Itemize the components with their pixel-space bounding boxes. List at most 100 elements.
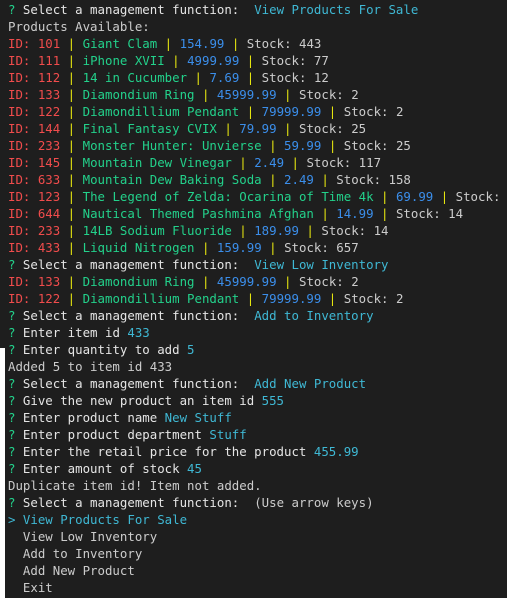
prompt-question-icon: ? [8, 393, 23, 408]
line-segment: View Low Inventory [254, 257, 389, 272]
line-segment: | [60, 172, 83, 187]
line-segment: 159.99 [216, 240, 262, 255]
line-segment: ID: 111 [8, 53, 61, 68]
line-segment: > View Products For Sale [8, 512, 188, 527]
prompt-question-icon: ? [8, 342, 23, 357]
line-segment: | [60, 223, 83, 238]
line-segment: Stock: 12 [261, 70, 329, 85]
line-segment: | [194, 240, 217, 255]
line-segment: ID: 233 [8, 223, 61, 238]
line-segment: | [239, 53, 262, 68]
line-segment: Select a management function: [22, 308, 255, 323]
prompt-question-icon: ? [8, 444, 23, 459]
terminal-line: ? Enter product department Stuff [0, 426, 507, 443]
terminal-line: ID: 433 | Liquid Nitrogen | 159.99 | Sto… [0, 239, 507, 256]
line-segment: | [261, 172, 285, 187]
line-segment: | [313, 172, 337, 187]
line-segment: Enter product name [22, 410, 165, 425]
line-segment: | [60, 291, 83, 306]
line-segment: Stock: 2 [298, 274, 359, 289]
line-segment: Duplicate item id! Item not added. [8, 478, 262, 493]
line-segment: ID: 112 [8, 70, 61, 85]
line-segment: | [60, 87, 83, 102]
line-segment: 2.49 [254, 155, 285, 170]
line-segment: | [187, 70, 210, 85]
line-segment: Give the new product an item id [22, 393, 262, 408]
line-segment: | [239, 104, 262, 119]
terminal-output[interactable]: ? Select a management function: View Pro… [0, 0, 507, 598]
line-segment: 455.99 [313, 444, 359, 459]
line-segment: Enter item id [22, 325, 128, 340]
line-segment: 154.99 [179, 36, 225, 51]
line-segment: Mountain Dew Baking Soda [82, 172, 262, 187]
menu-option[interactable]: Exit [0, 579, 507, 596]
line-segment: Nautical Themed Pashmina Afghan [82, 206, 314, 221]
terminal-line: Duplicate item id! Item not added. [0, 477, 507, 494]
prompt-question-icon: ? [8, 495, 23, 510]
line-segment: Stock: 5 [455, 189, 501, 204]
line-segment: ID: 133 [8, 87, 61, 102]
line-segment: View Products For Sale [254, 2, 419, 17]
terminal-line: ? Select a management function: Add to I… [0, 307, 507, 324]
line-segment: Products Available: [8, 19, 150, 34]
line-segment: | [60, 155, 83, 170]
prompt-question-icon: ? [8, 410, 23, 425]
line-segment: Select a management function: [22, 376, 255, 391]
prompt-question-icon: ? [8, 2, 23, 17]
line-segment: ID: 633 [8, 172, 61, 187]
menu-option[interactable]: View Low Inventory [0, 528, 507, 545]
terminal-line: ? Select a management function: View Pro… [0, 1, 507, 18]
line-segment: | [239, 291, 262, 306]
line-segment: Stock: 77 [261, 53, 329, 68]
line-segment: Stuff [209, 427, 247, 442]
menu-option[interactable]: Add New Product [0, 562, 507, 579]
line-segment: Select a management function: [22, 257, 255, 272]
line-segment: | [231, 223, 255, 238]
line-segment: ID: 133 [8, 274, 61, 289]
line-segment: ID: 123 [8, 189, 61, 204]
prompt-question-icon: ? [8, 325, 23, 340]
terminal-line: ? Enter product name New Stuff [0, 409, 507, 426]
line-segment: ID: 233 [8, 138, 61, 153]
prompt-question-icon: ? [8, 461, 23, 476]
terminal-line: ? Select a management function: View Low… [0, 256, 507, 273]
line-segment: Stock: 443 [246, 36, 322, 51]
line-segment: Stock: 158 [336, 172, 411, 187]
line-segment: | [60, 121, 83, 136]
line-segment: Enter quantity to add [22, 342, 188, 357]
line-segment: Diamondium Ring [82, 87, 195, 102]
line-segment: 14.99 [336, 206, 374, 221]
terminal-line: ID: 233 | 14LB Sodium Fluoride | 189.99 … [0, 222, 507, 239]
line-segment: | [298, 223, 322, 238]
prompt-question-icon: ? [8, 376, 23, 391]
line-segment: | [60, 53, 83, 68]
line-segment: 14 in Cucumber [82, 70, 188, 85]
line-segment: Enter product department [22, 427, 210, 442]
line-segment: | [433, 189, 456, 204]
line-segment: 45999.99 [216, 87, 277, 102]
terminal-line: ID: 144 | Final Fantasy CVIX | 79.99 | S… [0, 120, 507, 137]
line-segment: | [60, 36, 83, 51]
line-segment: | [276, 274, 299, 289]
line-segment: Exit [8, 580, 53, 595]
terminal-line: ID: 101 | Giant Clam | 154.99 | Stock: 4… [0, 35, 507, 52]
line-segment: 79.99 [239, 121, 277, 136]
terminal-line: Products Available: [0, 18, 507, 35]
line-segment: Stock: 2 [343, 104, 404, 119]
line-segment: | [216, 121, 240, 136]
line-segment: ID: 101 [8, 36, 61, 51]
line-segment: Stock: 25 [343, 138, 411, 153]
line-segment: Stock: 14 [395, 206, 464, 221]
line-segment: | [60, 138, 83, 153]
menu-option[interactable]: > View Products For Sale [0, 511, 507, 528]
line-segment: | [164, 53, 188, 68]
line-segment: | [313, 206, 337, 221]
prompt-question-icon: ? [8, 257, 23, 272]
line-segment: | [224, 36, 247, 51]
line-segment: Stock: 14 [321, 223, 389, 238]
terminal-line: ID: 111 | iPhone XVII | 4999.99 | Stock:… [0, 52, 507, 69]
menu-option[interactable]: Add to Inventory [0, 545, 507, 562]
line-segment: Stock: 2 [343, 291, 404, 306]
line-segment: Diamondillium Pendant [82, 104, 240, 119]
window-edge [0, 348, 5, 598]
